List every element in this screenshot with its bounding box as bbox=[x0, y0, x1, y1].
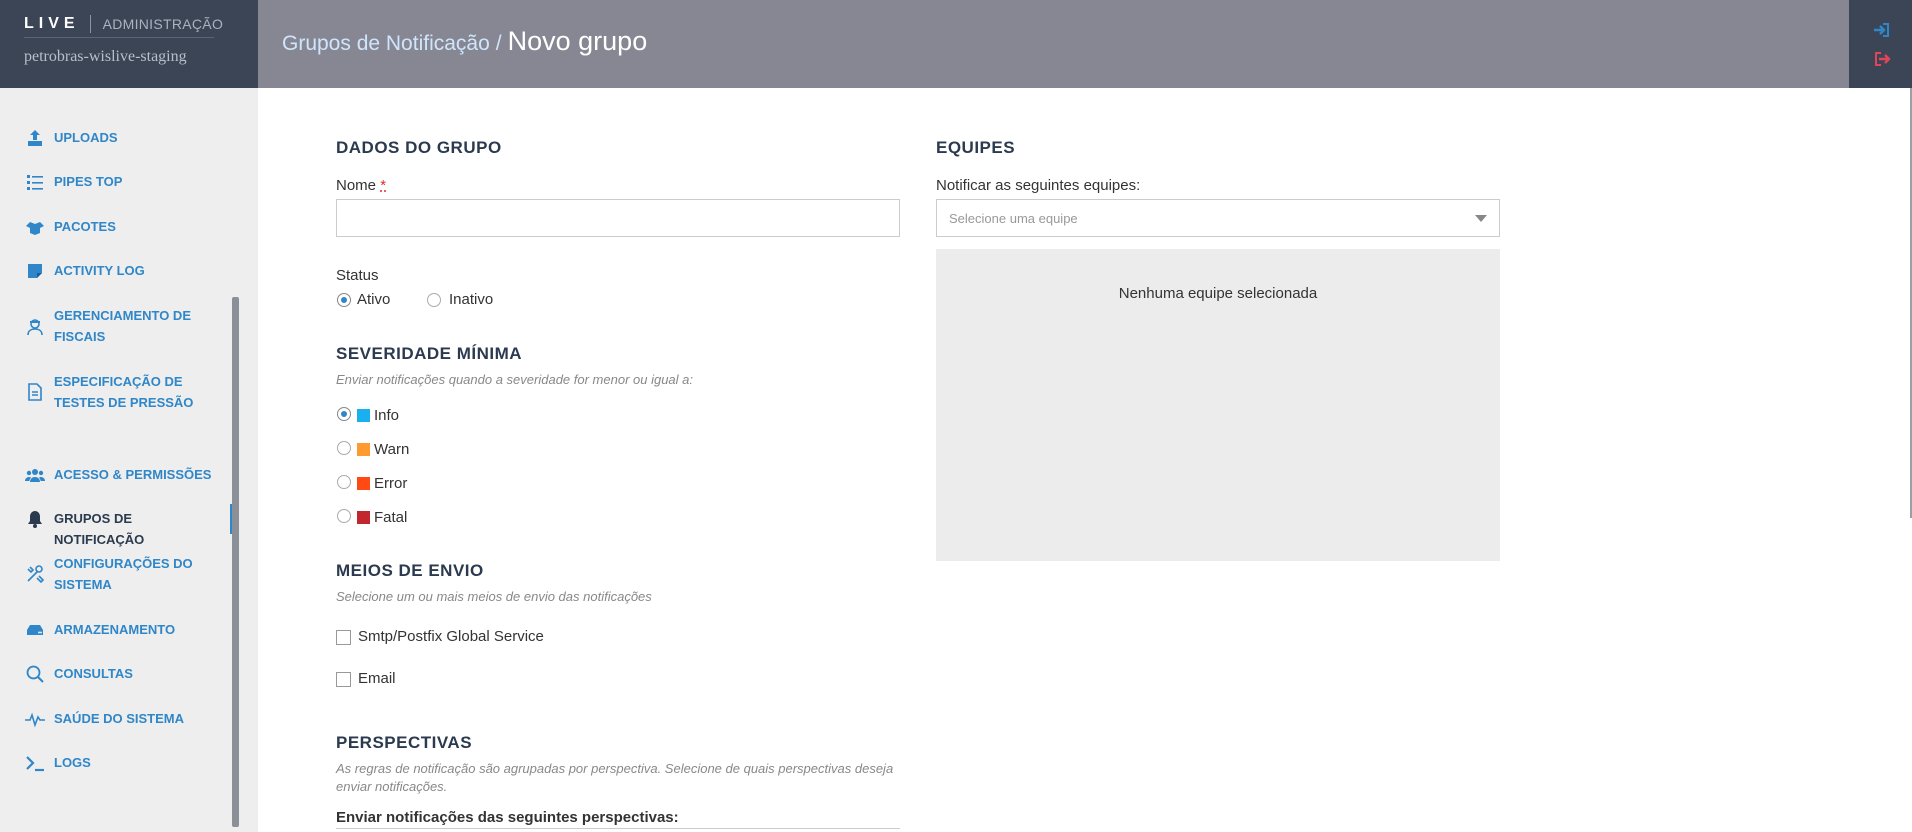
page-title: Novo grupo bbox=[507, 26, 648, 56]
severity-radio-error[interactable] bbox=[337, 475, 351, 489]
sidebar-item-label: CONFIGURAÇÕES DO SISTEMA bbox=[54, 556, 193, 592]
sidebar-item-armazenamento[interactable]: ARMAZENAMENTO bbox=[0, 619, 234, 641]
severity-radio-fatal[interactable] bbox=[337, 509, 351, 523]
sidebar-item-especificacao-de-testes[interactable]: ESPECIFICAÇÃO DE TESTES DE PRESSÃO bbox=[0, 371, 234, 413]
environment-name: petrobras-wislive-staging bbox=[24, 48, 187, 65]
severity-radio-warn[interactable] bbox=[337, 441, 351, 455]
section-title-perspectives: PERSPECTIVAS bbox=[336, 733, 473, 752]
name-input[interactable] bbox=[336, 199, 900, 237]
users-icon bbox=[24, 464, 46, 486]
sidebar-scrollbar[interactable] bbox=[232, 297, 239, 827]
empty-teams-message: Nenhuma equipe selecionada bbox=[1118, 285, 1318, 302]
sidebar-item-label: CONSULTAS bbox=[54, 666, 133, 681]
name-label-text: Nome bbox=[336, 177, 377, 194]
severity-radio-info[interactable] bbox=[337, 407, 351, 421]
sidebar-item-label: UPLOADS bbox=[54, 130, 118, 145]
sidebar-item-pacotes[interactable]: PACOTES bbox=[0, 216, 234, 238]
severity-color-warn bbox=[357, 443, 370, 456]
perspectives-select[interactable] bbox=[336, 828, 900, 832]
sidebar-item-uploads[interactable]: UPLOADS bbox=[0, 127, 234, 149]
status-radio-ativo[interactable] bbox=[337, 293, 351, 307]
sidebar-item-logs[interactable]: LOGS bbox=[0, 752, 234, 774]
required-mark: * bbox=[380, 177, 387, 194]
pulse-icon bbox=[24, 708, 46, 730]
brand-section: ADMINISTRAÇÃO bbox=[102, 15, 224, 32]
tools-icon bbox=[24, 563, 46, 585]
sidebar-item-label: PIPES TOP bbox=[54, 174, 123, 189]
sign-in-icon[interactable] bbox=[1873, 21, 1891, 39]
storage-icon bbox=[24, 619, 46, 641]
sidebar-item-label: LOGS bbox=[54, 755, 91, 770]
delivery-checkbox-email[interactable] bbox=[336, 672, 351, 687]
section-title-delivery: MEIOS DE ENVIO bbox=[336, 561, 484, 580]
sidebar-item-label: GRUPOS DE NOTIFICAÇÃO bbox=[54, 511, 145, 547]
document-icon bbox=[24, 381, 46, 403]
sidebar-item-label: ACESSO & PERMISSÕES bbox=[54, 467, 212, 482]
status-option-ativo: Ativo bbox=[357, 291, 391, 308]
sidebar-item-label: ACTIVITY LOG bbox=[54, 263, 145, 278]
sidebar-item-configuracoes-do-sistema[interactable]: CONFIGURAÇÕES DO SISTEMA bbox=[0, 553, 234, 595]
section-title-severity: SEVERIDADE MÍNIMA bbox=[336, 344, 523, 363]
header-actions bbox=[1849, 0, 1912, 88]
sidebar-item-gerenciamento-de-fiscais[interactable]: GERENCIAMENTO DE FISCAIS bbox=[0, 305, 234, 347]
bell-icon bbox=[24, 508, 46, 530]
delivery-checkbox-smtp[interactable] bbox=[336, 630, 351, 645]
chevron-down-icon[interactable] bbox=[1475, 215, 1487, 222]
severity-hint: Enviar notificações quando a severidade … bbox=[336, 372, 693, 387]
selected-teams-panel: Nenhuma equipe selecionada bbox=[936, 249, 1500, 561]
delivery-option-smtp: Smtp/Postfix Global Service bbox=[358, 628, 544, 645]
brand: LIVE ADMINISTRAÇÃO petrobras-wislive-sta… bbox=[0, 0, 258, 88]
inspector-icon bbox=[24, 315, 46, 337]
upload-icon bbox=[24, 127, 46, 149]
teams-select-placeholder: Selecione uma equipe bbox=[949, 211, 1078, 226]
name-label: Nome * bbox=[336, 177, 386, 194]
severity-color-info bbox=[357, 409, 370, 422]
teams-select[interactable]: Selecione uma equipe bbox=[936, 199, 1500, 237]
severity-option-info: Info bbox=[374, 407, 400, 424]
delivery-hint: Selecione um ou mais meios de envio das … bbox=[336, 589, 652, 604]
breadcrumb: Grupos de Notificação / Novo grupo bbox=[282, 26, 647, 57]
perspectives-hint: As regras de notificação são agrupadas p… bbox=[336, 761, 894, 794]
note-icon bbox=[24, 260, 46, 282]
sidebar-item-grupos-de-notificacao[interactable]: GRUPOS DE NOTIFICAÇÃO bbox=[0, 504, 234, 550]
breadcrumb-separator: / bbox=[495, 32, 502, 55]
sidebar-item-label: ARMAZENAMENTO bbox=[54, 622, 176, 637]
severity-option-error: Error bbox=[374, 475, 408, 492]
status-option-inativo: Inativo bbox=[449, 291, 494, 308]
section-title-teams: EQUIPES bbox=[936, 138, 1016, 157]
teams-field-label: Notificar as seguintes equipes: bbox=[936, 177, 1141, 194]
page-header: Grupos de Notificação / Novo grupo bbox=[258, 0, 1849, 88]
status-label: Status bbox=[336, 267, 379, 284]
severity-option-fatal: Fatal bbox=[374, 509, 408, 526]
status-radio-inativo[interactable] bbox=[427, 293, 441, 307]
sidebar-item-acesso-permissoes[interactable]: ACESSO & PERMISSÕES bbox=[0, 464, 234, 486]
severity-option-warn: Warn bbox=[374, 441, 410, 458]
sidebar-item-label: PACOTES bbox=[54, 219, 116, 234]
list-icon bbox=[24, 171, 46, 193]
sidebar-item-saude-do-sistema[interactable]: SAÚDE DO SISTEMA bbox=[0, 708, 234, 730]
section-title-group-data: DADOS DO GRUPO bbox=[336, 138, 502, 157]
delivery-option-email: Email bbox=[358, 670, 396, 687]
sidebar-item-pipes-top[interactable]: PIPES TOP bbox=[0, 171, 234, 193]
sidebar-item-label: SAÚDE DO SISTEMA bbox=[54, 711, 185, 726]
perspectives-field-label: Enviar notificações das seguintes perspe… bbox=[336, 809, 679, 826]
sign-out-icon[interactable] bbox=[1873, 50, 1891, 68]
brand-logo[interactable]: LIVE bbox=[24, 14, 91, 33]
terminal-icon bbox=[24, 752, 46, 774]
sidebar-item-activity-log[interactable]: ACTIVITY LOG bbox=[0, 260, 234, 282]
breadcrumb-parent-link[interactable]: Grupos de Notificação bbox=[282, 32, 490, 56]
sidebar-item-label: GERENCIAMENTO DE FISCAIS bbox=[54, 308, 191, 344]
severity-color-error bbox=[357, 477, 370, 490]
severity-color-fatal bbox=[357, 511, 370, 524]
packages-icon bbox=[24, 216, 46, 238]
search-icon bbox=[24, 663, 46, 685]
sidebar: LIVE ADMINISTRAÇÃO petrobras-wislive-sta… bbox=[0, 0, 258, 832]
sidebar-item-label: ESPECIFICAÇÃO DE TESTES DE PRESSÃO bbox=[54, 374, 194, 410]
sidebar-item-consultas[interactable]: CONSULTAS bbox=[0, 663, 234, 685]
